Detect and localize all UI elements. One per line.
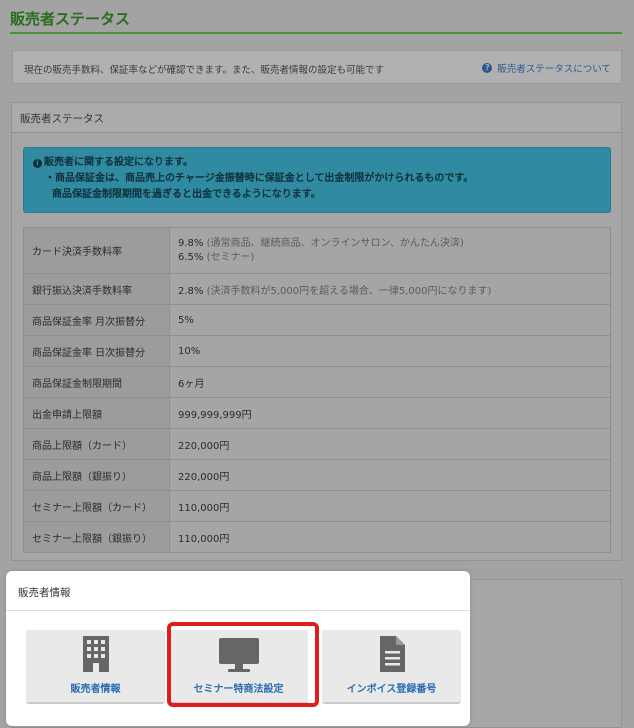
row-value: 110,000円 [169,521,611,553]
highlight-frame [167,622,319,707]
row-value: 9.8% (通常商品、継続商品、オンラインサロン、かんたん決済) 6.5% (セ… [169,227,611,274]
help-link-label[interactable]: 販売者ステータスについて [497,61,611,75]
table-row: セミナー上限額（カード） 110,000円 [23,490,611,522]
row-label: 出金申請上限額 [23,397,170,429]
card-fee-note: (通常商品、継続商品、オンラインサロン、かんたん決済) [206,237,464,249]
row-value: 5% [169,304,611,336]
row-value: 999,999,999円 [169,397,611,429]
row-label: カード決済手数料率 [23,227,170,274]
table-row: 商品保証金制限期間 6ヶ月 [23,366,611,398]
row-label: 商品上限額（銀振り） [23,459,170,491]
row-value: 2.8% (決済手数料が5,000円を超える場合、一律5,000円になります) [169,273,611,305]
table-row: 商品保証金率 日次振替分 10% [23,335,611,367]
alert-line-1: 販売者に関する設定になります。 [44,157,193,168]
bank-fee-note: (決済手数料が5,000円を超える場合、一律5,000円になります) [206,285,492,297]
alert-line-3: 商品保証金制限期間を過ぎると出金できるようになります。 [52,189,321,200]
card-fee-value: 9.8% [178,237,204,249]
question-circle-icon: ? [482,63,493,73]
status-table: カード決済手数料率 9.8% (通常商品、継続商品、オンラインサロン、かんたん決… [23,227,611,553]
invoice-number-button[interactable]: インボイス登録番号 [322,630,461,704]
table-row: セミナー上限額（銀振り） 110,000円 [23,521,611,553]
row-value: 220,000円 [169,459,611,491]
page-title: 販売者ステータス [10,10,131,28]
row-value: 6ヶ月 [169,366,611,398]
row-value: 10% [169,335,611,367]
info-bar: 現在の販売手数料、保証率などが確認できます。また、販売者情報の設定も可能です ?… [12,50,622,84]
status-panel: 販売者ステータス i 販売者に関する設定になります。 ・商品保証金は、商品売上のチ… [11,102,622,561]
table-row: 出金申請上限額 999,999,999円 [23,397,611,429]
table-row: 商品上限額（銀振り） 220,000円 [23,459,611,491]
row-value: 110,000円 [169,490,611,522]
seminar-fee-value: 6.5% [178,251,204,263]
row-label: 銀行振込決済手数料率 [23,273,170,305]
row-label: 商品上限額（カード） [23,428,170,460]
row-label: 商品保証金制限期間 [23,366,170,398]
row-value: 220,000円 [169,428,611,460]
tile-label: インボイス登録番号 [346,684,437,695]
table-row: カード決済手数料率 9.8% (通常商品、継続商品、オンラインサロン、かんたん決… [23,227,611,274]
info-alert: i 販売者に関する設定になります。 ・商品保証金は、商品売上のチャージ金振替時に保… [23,147,611,213]
title-divider [10,32,622,34]
seller-info-title: 販売者情報 [6,571,470,611]
row-label: セミナー上限額（カード） [23,490,170,522]
help-link[interactable]: ? 販売者ステータスについて [482,61,611,75]
document-icon [375,634,409,678]
table-row: 商品保証金率 月次振替分 5% [23,304,611,336]
alert-line-2: ・商品保証金は、商品売上のチャージ金振替時に保証金として出金制限がかけられるもの… [45,173,474,184]
table-row: 商品上限額（カード） 220,000円 [23,428,611,460]
row-label: 商品保証金率 日次振替分 [23,335,170,367]
seminar-fee-note: (セミナー) [206,251,255,263]
bank-fee-value: 2.8% [178,285,204,297]
row-label: セミナー上限額（銀振り） [23,521,170,553]
info-text: 現在の販売手数料、保証率などが確認できます。また、販売者情報の設定も可能です [24,65,385,76]
info-circle-icon: i [33,159,42,168]
table-row: 銀行振込決済手数料率 2.8% (決済手数料が5,000円を超える場合、一律5,… [23,273,611,305]
building-icon [80,634,112,678]
row-label: 商品保証金率 月次振替分 [23,304,170,336]
tile-label: 販売者情報 [70,684,121,695]
seller-info-button[interactable]: 販売者情報 [26,630,165,704]
status-panel-title: 販売者ステータス [12,103,621,133]
